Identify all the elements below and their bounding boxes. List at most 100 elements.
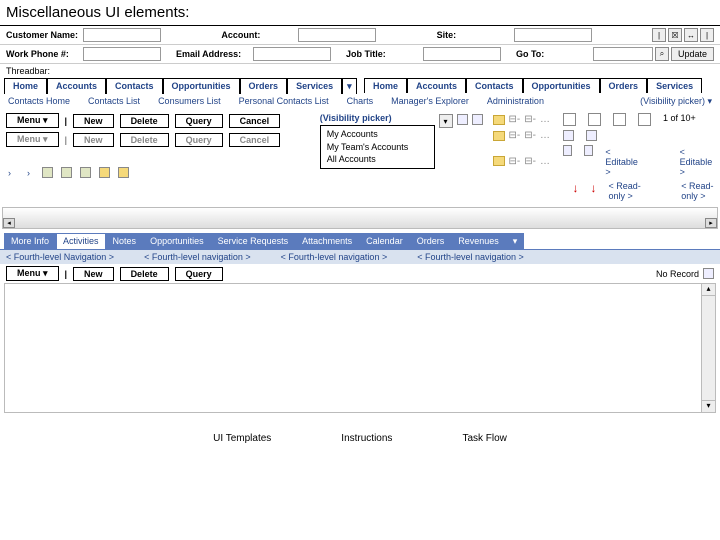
tabrow-left: Home Accounts Contacts Opportunities Ord…: [0, 78, 360, 94]
new-button-3[interactable]: New: [73, 267, 114, 281]
tab2-home[interactable]: Home: [364, 78, 407, 93]
link-contacts-home[interactable]: Contacts Home: [8, 96, 70, 107]
subtab-more-icon[interactable]: ▾: [506, 233, 525, 249]
link-consumers-list[interactable]: Consumers List: [158, 96, 221, 107]
dropdown-icon[interactable]: ▾: [439, 114, 453, 128]
link-personal-contacts[interactable]: Personal Contacts List: [239, 96, 329, 107]
fourth-nav-3[interactable]: < Fourth-level navigation >: [281, 252, 388, 262]
scroll-down-icon[interactable]: ▾: [702, 400, 715, 412]
menu-button-2[interactable]: Menu ▾: [6, 132, 59, 147]
tab-more-icon[interactable]: ▾: [342, 78, 357, 94]
close-icon[interactable]: |: [652, 28, 666, 42]
tab-services[interactable]: Services: [287, 78, 342, 94]
visibility-picker-link[interactable]: (Visibility picker) ▾: [640, 96, 712, 107]
tab2-orders[interactable]: Orders: [600, 78, 648, 93]
subtab-more-info[interactable]: More Info: [4, 233, 56, 249]
visibility-dropdown[interactable]: My Accounts My Team's Accounts All Accou…: [320, 125, 435, 169]
folder-icon[interactable]: [493, 115, 505, 125]
fourth-nav-2[interactable]: < Fourth-level navigation >: [144, 252, 251, 262]
tab-home[interactable]: Home: [4, 78, 47, 94]
grid-icon-2[interactable]: [586, 130, 597, 141]
tab2-services[interactable]: Services: [647, 78, 702, 93]
new-button-1[interactable]: New: [73, 114, 114, 128]
nav-last-icon[interactable]: [638, 113, 651, 126]
tab2-accounts[interactable]: Accounts: [407, 78, 466, 93]
collapse-icon[interactable]: |: [700, 28, 714, 42]
jobtitle-input[interactable]: [423, 47, 501, 61]
fourth-nav-1[interactable]: < Fourth-level Navigation >: [6, 252, 114, 262]
footer-ui-templates[interactable]: UI Templates: [213, 433, 271, 444]
visibility-item-my[interactable]: My Accounts: [327, 128, 428, 141]
fourth-level-nav: < Fourth-level Navigation > < Fourth-lev…: [0, 249, 720, 264]
color-box-2[interactable]: [61, 167, 72, 178]
tab-opportunities[interactable]: Opportunities: [163, 78, 240, 94]
tab2-contacts[interactable]: Contacts: [466, 78, 523, 93]
color-box-3[interactable]: [80, 167, 91, 178]
subtab-activities[interactable]: Activities: [56, 233, 106, 249]
scroll-right-icon[interactable]: ▸: [705, 218, 717, 228]
footer-instructions[interactable]: Instructions: [341, 433, 392, 444]
nav-prev-icon[interactable]: [588, 113, 601, 126]
chevron-right-icon[interactable]: ›: [8, 168, 11, 178]
color-box-4[interactable]: [99, 167, 110, 178]
tab-accounts[interactable]: Accounts: [47, 78, 106, 94]
tab-orders[interactable]: Orders: [240, 78, 288, 94]
color-box-1[interactable]: [42, 167, 53, 178]
grid-toggle-icon[interactable]: [703, 268, 714, 279]
menu-button-3[interactable]: Menu ▾: [6, 266, 59, 281]
cancel-button-2[interactable]: Cancel: [229, 133, 281, 147]
visibility-item-team[interactable]: My Team's Accounts: [327, 141, 428, 154]
link-contacts-list[interactable]: Contacts List: [88, 96, 140, 107]
scroll-up-icon[interactable]: ▴: [702, 284, 715, 296]
window-icon[interactable]: ☒: [668, 28, 682, 42]
link-administration[interactable]: Administration: [487, 96, 544, 107]
tab-contacts[interactable]: Contacts: [106, 78, 163, 94]
delete-button-3[interactable]: Delete: [120, 267, 169, 281]
nav-next-icon[interactable]: [613, 113, 626, 126]
subtab-attachments[interactable]: Attachments: [295, 233, 359, 249]
footer-task-flow[interactable]: Task Flow: [462, 433, 506, 444]
subtab-calendar[interactable]: Calendar: [359, 233, 410, 249]
workphone-input[interactable]: [83, 47, 161, 61]
delete-button-1[interactable]: Delete: [120, 114, 169, 128]
query-button-2[interactable]: Query: [175, 133, 223, 147]
new-button-2[interactable]: New: [73, 133, 114, 147]
expand-icon[interactable]: ↔: [684, 28, 698, 42]
delete-button-2[interactable]: Delete: [120, 133, 169, 147]
grid-icon-4[interactable]: [584, 145, 593, 156]
goto-input[interactable]: [593, 47, 653, 61]
email-input[interactable]: [253, 47, 331, 61]
grid-icon-1[interactable]: [563, 130, 574, 141]
query-button-1[interactable]: Query: [175, 114, 223, 128]
subtab-revenues[interactable]: Revenues: [451, 233, 506, 249]
folder-icon[interactable]: [493, 156, 505, 166]
link-managers-explorer[interactable]: Manager's Explorer: [391, 96, 469, 107]
grid-icon-3[interactable]: [563, 145, 572, 156]
customer-input[interactable]: [83, 28, 161, 42]
linkrow: Contacts Home Contacts List Consumers Li…: [0, 94, 720, 109]
mini-icon-2[interactable]: [472, 114, 483, 125]
scroll-left-icon[interactable]: ◂: [3, 218, 15, 228]
fourth-nav-4[interactable]: < Fourth-level navigation >: [417, 252, 524, 262]
chevron-right-icon[interactable]: ›: [27, 168, 30, 178]
nav-first-icon[interactable]: [563, 113, 576, 126]
query-button-3[interactable]: Query: [175, 267, 223, 281]
lower-toolbar: Menu ▾ | New Delete Query No Record: [0, 264, 720, 283]
tab2-opportunities[interactable]: Opportunities: [523, 78, 600, 93]
account-input[interactable]: [298, 28, 376, 42]
site-input[interactable]: [514, 28, 592, 42]
go-icon[interactable]: ⌕: [655, 47, 669, 61]
link-charts[interactable]: Charts: [347, 96, 374, 107]
subtab-notes[interactable]: Notes: [106, 233, 144, 249]
folder-icon[interactable]: [493, 131, 505, 141]
subtab-service-requests[interactable]: Service Requests: [211, 233, 296, 249]
vertical-scrollbar[interactable]: ▴ ▾: [701, 284, 715, 412]
color-box-5[interactable]: [118, 167, 129, 178]
subtab-opportunities[interactable]: Opportunities: [143, 233, 211, 249]
update-button[interactable]: Update: [671, 47, 714, 61]
mini-icon-1[interactable]: [457, 114, 468, 125]
cancel-button-1[interactable]: Cancel: [229, 114, 281, 128]
visibility-item-all[interactable]: All Accounts: [327, 153, 428, 166]
subtab-orders[interactable]: Orders: [410, 233, 452, 249]
menu-button-1[interactable]: Menu ▾: [6, 113, 59, 128]
